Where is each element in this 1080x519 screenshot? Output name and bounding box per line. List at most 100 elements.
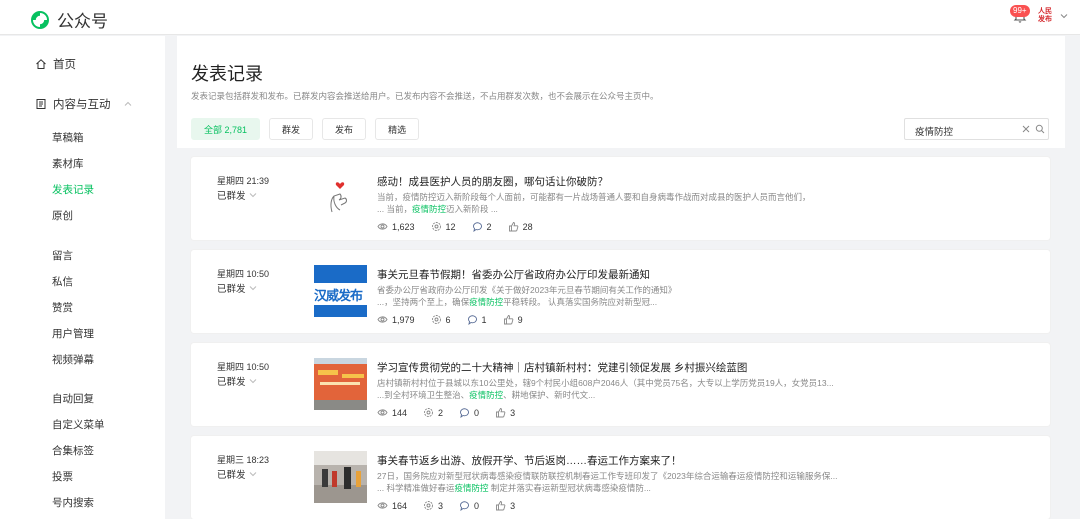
summary-post: 制定并落实春运新型冠状病毒感染疫情防...: [488, 483, 651, 493]
filter-featured[interactable]: 精选: [375, 118, 420, 140]
stat-views: 1,623: [377, 221, 415, 232]
summary-match-line: ...，坚持两个至上，确保疫情防控平稳转段。 认真落实国务院应对新型冠...: [377, 296, 877, 308]
filter-tabs: 全部 2,781 群发 发布 精选: [191, 118, 428, 140]
page-title: 发表记录: [191, 64, 263, 84]
stat-comments: 2: [472, 221, 492, 232]
comments-count: 0: [474, 407, 480, 418]
comment-icon: [460, 408, 469, 418]
summary-highlight: 疫情防控: [469, 297, 504, 307]
views-count: 1,979: [392, 314, 415, 325]
eye-icon: [377, 316, 388, 323]
summary-match-line: ...到全村环境卫生整治、疫情防控、耕地保护、新时代文...: [377, 389, 877, 401]
likes-count: 3: [510, 407, 516, 418]
page-description: 发表记录包括群发和发布。已群发内容会推送给用户。已发布内容不会推送，不占用群发次…: [191, 91, 659, 101]
summary-post: 平稳转段。 认真落实国务院应对新型冠...: [503, 297, 658, 307]
status-label: 已群发: [217, 377, 246, 388]
stat-comments: 0: [459, 500, 479, 511]
summary-post: 迈入新阶段 ...: [445, 204, 498, 214]
stat-shares: 2: [423, 407, 443, 418]
article-thumbnail[interactable]: 汉威发布: [314, 265, 367, 317]
stat-shares: 6: [431, 314, 451, 325]
likes-count: 3: [510, 500, 516, 511]
article-card[interactable]: 星期四 21:39 已群发 感动！成县医护人员的朋友圈，哪句话让你破防？ 当前，…: [191, 157, 1050, 240]
village-photo-image: [314, 358, 367, 410]
thumbnail-text: 汉威发布: [314, 288, 363, 303]
notification-badge: 99+: [1010, 5, 1030, 17]
article-stats: 1,979 6 1 9: [377, 314, 539, 325]
summary-pre: ... 当前，: [377, 204, 412, 214]
likes-count: 9: [517, 314, 523, 325]
comments-count: 1: [481, 314, 487, 325]
article-title[interactable]: 事关元旦春节假期！省委办公厅省政府办公厅印发最新通知: [377, 267, 650, 282]
shares-count: 3: [438, 500, 444, 511]
comment-icon: [460, 501, 469, 511]
summary-match-line: ... 科学精准做好春运疫情防控 制定并落实春运新型冠状病毒感染疫情防...: [377, 482, 877, 494]
status-label: 已群发: [217, 470, 246, 481]
comments-count: 0: [474, 500, 480, 511]
summary-post: 、耕地保护、新时代文...: [503, 390, 596, 400]
filter-publish[interactable]: 发布: [322, 118, 367, 140]
likes-count: 28: [522, 221, 533, 232]
summary-pre: ...到全村环境卫生整治、: [377, 390, 470, 400]
filter-mass-send[interactable]: 群发: [269, 118, 314, 140]
article-thumbnail[interactable]: [314, 358, 367, 410]
main-panel: 发表记录 发表记录包括群发和发布。已群发内容会推送给用户。已发布内容不会推送，不…: [177, 36, 1065, 519]
article-thumbnail[interactable]: [314, 451, 367, 503]
article-summary: 店村镇新村村位于县城以东10公里处，辖9个村民小组608户2046人（其中党员7…: [377, 377, 877, 401]
article-stats: 164 3 0 3: [377, 500, 531, 511]
summary-pre: ...，坚持两个至上，确保: [377, 297, 470, 307]
stat-comments: 1: [467, 314, 487, 325]
stat-likes: 3: [495, 407, 515, 418]
article-thumbnail[interactable]: [314, 172, 367, 224]
eye-icon: [377, 502, 388, 509]
thumbs-up-icon: [503, 315, 513, 325]
close-icon[interactable]: [1021, 124, 1031, 134]
station-photo-image: [314, 451, 367, 503]
article-status[interactable]: 已群发: [217, 374, 257, 388]
article-time: 星期四 10:50: [217, 362, 270, 372]
article-time: 星期三 18:23: [217, 455, 270, 465]
shares-count: 12: [445, 221, 456, 232]
article-status[interactable]: 已群发: [217, 188, 257, 202]
comment-icon: [472, 222, 482, 232]
avatar-text: 人民发布: [1038, 8, 1052, 23]
article-status[interactable]: 已群发: [217, 467, 257, 481]
search-icon[interactable]: [1035, 124, 1045, 134]
summary-line: 当前，疫情防控迈入新阶段每个人面前，可能都有一片战场普通人要和自身病毒作战而对成…: [377, 192, 811, 202]
article-title[interactable]: 学习宣传贯彻党的二十大精神｜店村镇新村村：党建引领促发展 乡村振兴绘蓝图: [377, 360, 747, 375]
logo[interactable]: 公众号: [30, 7, 108, 32]
heart-hand-icon: [314, 172, 367, 224]
chevron-up-icon: [124, 101, 131, 106]
search-input[interactable]: 疫情防控: [904, 118, 1049, 140]
avatar[interactable]: 人民发布: [1036, 6, 1056, 26]
article-card[interactable]: 星期三 18:23 已群发 事关春节返乡出游、放假开学、节后返岗……春运工作方案…: [191, 436, 1050, 519]
shares-count: 2: [438, 407, 444, 418]
eye-icon: [377, 223, 388, 230]
article-stats: 144 2 0 3: [377, 407, 531, 418]
article-summary: 省委办公厅省政府办公厅印发《关于做好2023年元旦春节期间有关工作的通知》 ..…: [377, 284, 877, 308]
stat-views: 144: [377, 407, 407, 418]
summary-highlight: 疫情防控: [411, 204, 446, 214]
article-card[interactable]: 星期四 10:50 已群发 学习宣传贯彻党的二十大精神｜店村镇新村村：党建引领促…: [191, 343, 1050, 426]
summary-highlight: 疫情防控: [469, 390, 504, 400]
wechat-mp-logo-icon: [31, 10, 49, 29]
sidebar-group-content[interactable]: 内容与互动: [35, 96, 145, 112]
chevron-down-icon[interactable]: [1060, 12, 1068, 20]
article-title[interactable]: 事关春节返乡出游、放假开学、节后返岗……春运工作方案来了！: [377, 453, 682, 468]
document-icon: [36, 99, 46, 109]
sidebar-item-home[interactable]: 首页: [35, 56, 200, 72]
article-stats: 1,623 12 2 28: [377, 221, 549, 232]
thumbs-up-icon: [496, 501, 506, 511]
share-icon: [424, 408, 433, 417]
status-label: 已群发: [217, 191, 246, 202]
chevron-down-icon: [249, 193, 256, 198]
filter-all[interactable]: 全部 2,781: [191, 118, 261, 140]
status-label: 已群发: [217, 284, 246, 295]
article-card[interactable]: 星期四 10:50 已群发 汉威发布 事关元旦春节假期！省委办公厅省政府办公厅印…: [191, 250, 1050, 333]
summary-line: 27日，国务院应对新型冠状病毒感染疫情联防联控机制春运工作专班印发了《2023年…: [377, 471, 838, 481]
thumbs-up-icon: [496, 408, 506, 418]
article-summary: 当前，疫情防控迈入新阶段每个人面前，可能都有一片战场普通人要和自身病毒作战而对成…: [377, 191, 877, 215]
article-title[interactable]: 感动！成县医护人员的朋友圈，哪句话让你破防？: [377, 174, 608, 189]
chevron-down-icon: [249, 379, 256, 384]
article-status[interactable]: 已群发: [217, 281, 257, 295]
